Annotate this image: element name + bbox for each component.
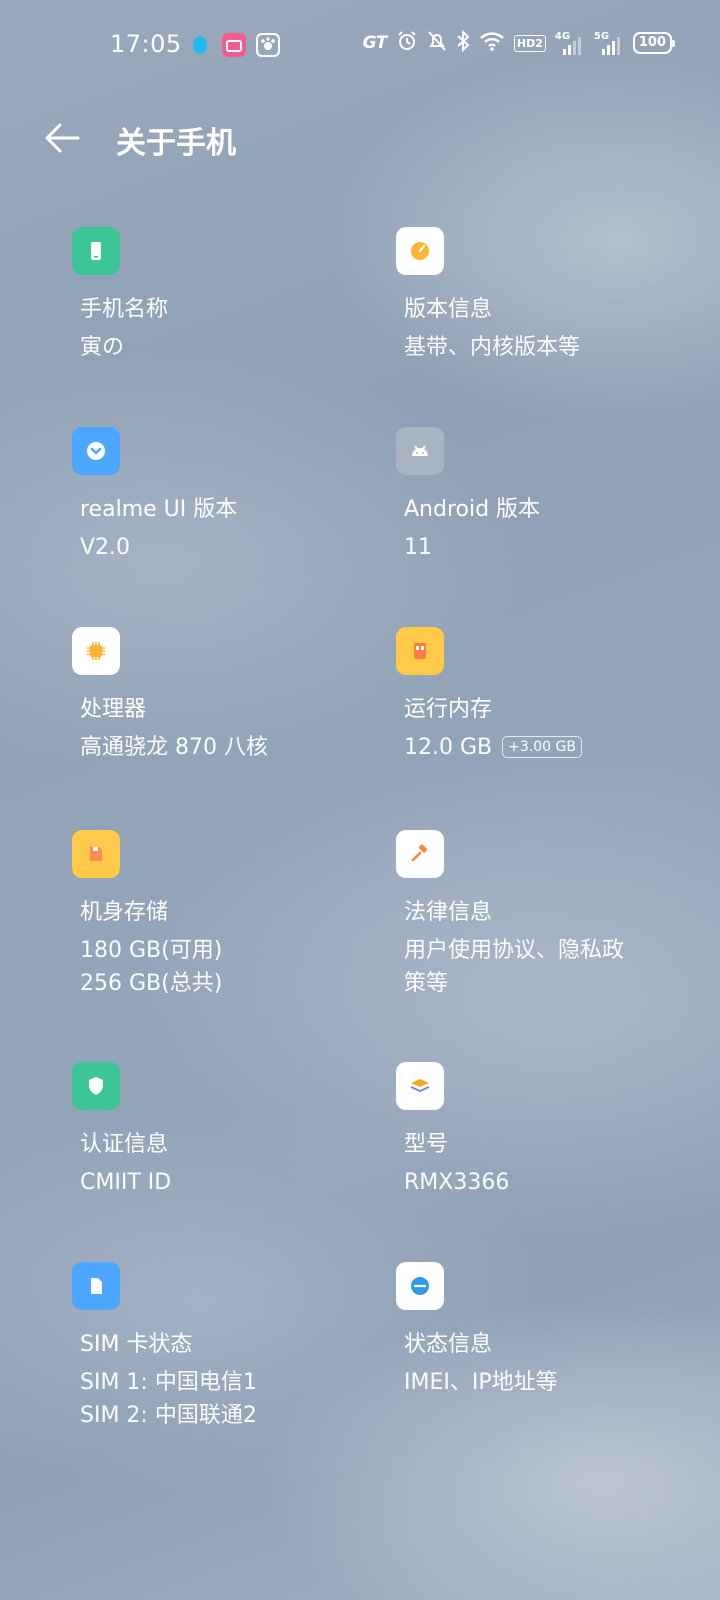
realme-ui-icon [72,427,120,475]
tile-value: 180 GB(可用) 256 GB(总共) [80,934,380,1000]
tile-legal-info[interactable]: 法律信息 用户使用协议、隐私政 策等 [396,830,704,1000]
processor-chip-icon [72,627,120,675]
sim2-signal-icon: 5G [594,31,624,55]
storage-available: 180 GB(可用) [80,938,223,963]
tile-ram[interactable]: 运行内存 12.0 GB +3.00 GB [396,627,704,764]
legal-line-1: 用户使用协议、隐私政 [404,938,625,963]
sim2-status: SIM 2: 中国联通2 [80,1403,257,1428]
mute-bell-icon [427,30,447,56]
status-info-icon [396,1262,444,1310]
tile-version-info[interactable]: 版本信息 基带、内核版本等 [396,227,704,364]
bluetooth-icon [456,29,470,56]
phone-icon [72,227,120,275]
tile-value: 高通骁龙 870 八核 [80,735,268,760]
qq-app-notification-icon [188,33,212,57]
gt-mode-icon: GT [362,33,388,53]
tile-label: Android 版本 [404,497,541,522]
layers-icon [396,1062,444,1110]
tile-label: 手机名称 [80,297,169,322]
storage-total: 256 GB(总共) [80,971,223,996]
tile-value: 12.0 GB +3.00 GB [404,731,704,764]
version-gauge-icon [396,227,444,275]
app-header: 关于手机 [0,100,720,180]
baidu-app-notification-icon [256,33,280,57]
android-icon [396,427,444,475]
tile-value: 11 [404,535,432,560]
tile-label: 法律信息 [404,900,493,925]
tile-value: CMIIT ID [80,1170,172,1195]
tile-value: IMEI、IP地址等 [404,1370,558,1395]
status-icons: GT HD2 4G 5G 100 [362,29,676,56]
sim1-status: SIM 1: 中国电信1 [80,1370,257,1395]
gavel-icon [396,830,444,878]
tile-label: 处理器 [80,697,147,722]
tile-sim-status[interactable]: SIM 卡状态 SIM 1: 中国电信1 SIM 2: 中国联通2 [72,1262,380,1432]
sim1-signal-icon: 4G [555,31,585,55]
hd-voice-icon: HD2 [513,34,546,52]
legal-line-2: 策等 [404,971,449,996]
bilibili-app-notification-icon [222,33,246,57]
tile-certification[interactable]: 认证信息 CMIIT ID [72,1062,380,1199]
storage-icon [72,830,120,878]
tile-value: V2.0 [80,535,131,560]
tile-status-info[interactable]: 状态信息 IMEI、IP地址等 [396,1262,704,1399]
shield-icon [72,1062,120,1110]
tile-android-version[interactable]: Android 版本 11 [396,427,704,564]
tile-phone-name[interactable]: 手机名称 寅の [72,227,380,364]
tile-label: 机身存储 [80,900,169,925]
sim-card-icon [72,1262,120,1310]
tile-storage[interactable]: 机身存储 180 GB(可用) 256 GB(总共) [72,830,380,1000]
back-button[interactable] [40,116,84,160]
tile-value: 基带、内核版本等 [404,335,581,360]
ram-icon [396,627,444,675]
tile-label: realme UI 版本 [80,497,238,522]
tile-value: SIM 1: 中国电信1 SIM 2: 中国联通2 [80,1366,380,1432]
status-bar: 17:05 GT HD2 4G 5G 100 [0,0,720,90]
tile-label: SIM 卡状态 [80,1332,193,1357]
tile-label: 型号 [404,1132,449,1157]
tile-model[interactable]: 型号 RMX3366 [396,1062,704,1199]
tile-label: 运行内存 [404,697,493,722]
tile-label: 版本信息 [404,297,493,322]
tile-processor[interactable]: 处理器 高通骁龙 870 八核 [72,627,380,764]
back-arrow-icon [45,123,80,153]
status-time: 17:05 [110,30,182,58]
ram-expansion-badge: +3.00 GB [502,736,582,758]
tile-realme-ui-version[interactable]: realme UI 版本 V2.0 [72,427,380,564]
tile-value: 寅の [80,335,125,360]
tile-label: 认证信息 [80,1132,169,1157]
ram-value: 12.0 GB [404,735,493,760]
wifi-icon [479,30,505,56]
tile-value: RMX3366 [404,1170,510,1195]
battery-icon: 100 [632,32,676,54]
tile-label: 状态信息 [404,1332,493,1357]
alarm-icon [396,30,418,56]
page-title: 关于手机 [116,126,236,161]
tile-value: 用户使用协议、隐私政 策等 [404,934,704,1000]
